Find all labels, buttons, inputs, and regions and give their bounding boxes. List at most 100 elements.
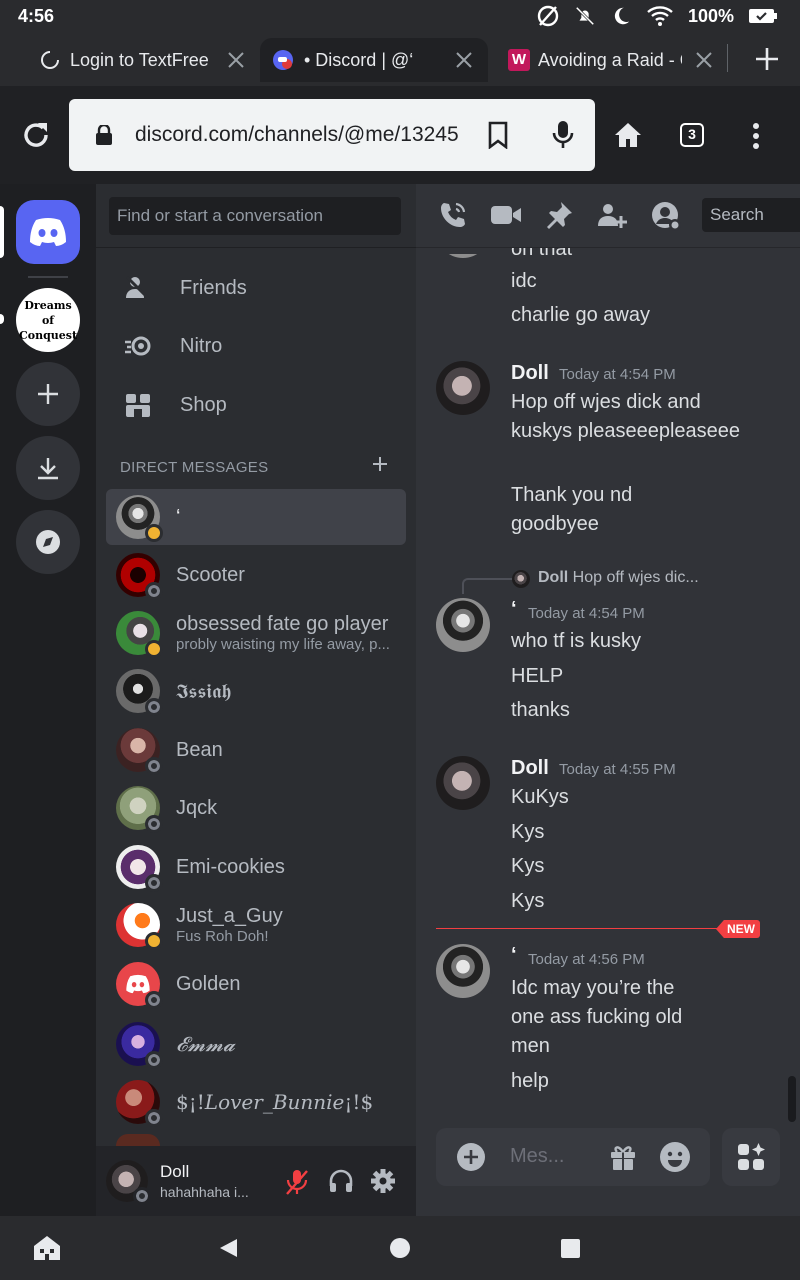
dm-item[interactable]: Jqck (106, 780, 406, 836)
dm-name: 𝕴𝖘𝖘𝖎𝖆𝖍 (176, 679, 232, 703)
menu-kebab-icon[interactable] (752, 123, 760, 149)
recents-icon[interactable] (561, 1239, 580, 1258)
dm-item[interactable]: 𝓔𝓶𝓶𝓪 (106, 1016, 406, 1072)
dm-item[interactable]: Scooter (106, 547, 406, 603)
message-timestamp: Today at 4:54 PM (528, 605, 645, 622)
dm-item[interactable]: $¡!𝐿𝑜𝑣𝑒𝑟_𝐵𝑢𝑛𝑛𝑖𝑒¡!$ (106, 1074, 406, 1130)
user-name: Doll (160, 1162, 190, 1181)
message-avatar[interactable] (436, 944, 490, 998)
nitro-icon (114, 322, 162, 370)
voice-call-icon[interactable] (438, 200, 468, 230)
gift-icon[interactable] (608, 1142, 638, 1172)
nav-shop[interactable]: Shop (106, 380, 406, 430)
dm-name: Golden (176, 972, 241, 995)
message-author[interactable]: ‘ (511, 598, 517, 621)
tab-title: Avoiding a Raid - Co (538, 49, 682, 70)
close-icon[interactable] (452, 48, 476, 72)
compass-icon (34, 528, 62, 556)
chat-search-input[interactable]: Search (702, 198, 800, 232)
user-avatar[interactable] (106, 1160, 151, 1205)
create-dm-icon[interactable] (372, 456, 388, 472)
message-author[interactable]: Doll (511, 757, 549, 780)
nav-nitro[interactable]: Nitro (106, 321, 406, 371)
keyboard-switch-icon[interactable] (32, 1234, 62, 1262)
offline-status-icon (145, 1109, 163, 1127)
reload-icon[interactable] (20, 119, 52, 151)
explore-button[interactable] (16, 510, 80, 574)
video-call-icon[interactable] (490, 203, 522, 227)
dm-item[interactable]: Golden (106, 956, 406, 1012)
nav-friends[interactable]: Friends (106, 263, 406, 313)
reply-spine (462, 578, 512, 594)
moon-icon (610, 5, 632, 27)
user-profile-icon[interactable] (650, 200, 682, 232)
dm-name: Just_a_Guy (176, 905, 283, 927)
message-input[interactable]: Mes... (510, 1145, 564, 1168)
dm-panel: Find or start a conversation Friends Nit… (96, 184, 416, 1216)
bookmark-icon[interactable] (487, 121, 509, 149)
add-server-button[interactable] (16, 362, 80, 426)
back-icon[interactable] (218, 1237, 240, 1259)
url-text[interactable]: discord.com/channels/@me/13245 (135, 123, 475, 147)
new-tab-icon[interactable] (752, 44, 782, 74)
offline-status-icon (145, 582, 163, 600)
wifi-icon (646, 5, 674, 27)
discord-home-button[interactable] (16, 200, 80, 264)
emoji-icon[interactable] (659, 1141, 691, 1173)
server-dreams-of-conquest[interactable]: Dreams of Conquest (16, 288, 80, 352)
apps-button[interactable] (722, 1128, 780, 1186)
url-bar[interactable]: discord.com/channels/@me/13245 (69, 99, 595, 171)
dm-name: ‘ (176, 505, 181, 528)
headphones-icon[interactable] (328, 1168, 354, 1194)
dm-name: obsessed fate go player (176, 613, 389, 635)
dm-item[interactable]: Just_a_Guy Fus Roh Doh! (106, 897, 406, 953)
message-text: Kys (511, 821, 545, 843)
dm-item[interactable]: Emi-cookies (106, 839, 406, 895)
message-timestamp: Today at 4:55 PM (559, 761, 676, 778)
chat-scrollbar[interactable] (788, 1076, 796, 1122)
message-author[interactable]: ‘ (511, 944, 517, 967)
home-nav-icon[interactable] (390, 1238, 410, 1258)
message-timestamp: Today at 4:56 PM (528, 951, 645, 968)
tab-avoiding-raid[interactable]: W Avoiding a Raid - Co (496, 38, 728, 82)
message-avatar[interactable] (436, 361, 490, 415)
avatar (116, 611, 163, 658)
friends-icon (114, 264, 162, 312)
home-icon[interactable] (613, 120, 643, 150)
message-text: Kys (511, 890, 545, 912)
download-icon (35, 455, 61, 481)
avatar (116, 845, 163, 892)
message-author[interactable]: Doll (511, 362, 549, 385)
dm-item[interactable]: Bean (106, 722, 406, 778)
dm-item[interactable]: 𝕴𝖘𝖘𝖎𝖆𝖍 (106, 663, 406, 719)
reply-preview[interactable]: Doll Hop off wjes dic... (538, 569, 788, 587)
tab-textfree[interactable]: Login to TextFree | (28, 38, 260, 82)
message-text: help (511, 1070, 549, 1092)
offline-status-icon (145, 757, 163, 775)
bell-off-icon (574, 5, 596, 27)
dm-search-input[interactable]: Find or start a conversation (109, 197, 401, 235)
mute-microphone-icon[interactable] (284, 1168, 310, 1196)
close-icon[interactable] (224, 48, 248, 72)
message-avatar[interactable] (436, 598, 490, 652)
tab-count-button[interactable]: 3 (680, 123, 704, 147)
settings-gear-icon[interactable] (370, 1168, 396, 1194)
avatar-partial (116, 1134, 160, 1146)
lock-icon[interactable] (95, 125, 113, 145)
dm-item[interactable]: obsessed fate go player probly waisting … (106, 605, 406, 661)
close-icon[interactable] (692, 48, 716, 72)
tab-discord[interactable]: • Discord | @‘ (260, 38, 488, 82)
tab-title: Login to TextFree | (70, 49, 214, 70)
offline-status-icon (145, 815, 163, 833)
message-avatar[interactable] (436, 756, 490, 810)
microphone-icon[interactable] (551, 119, 575, 151)
download-apps-button[interactable] (16, 436, 80, 500)
attach-plus-icon[interactable] (456, 1142, 486, 1172)
discord-favicon-icon (272, 49, 294, 71)
pinned-messages-icon[interactable] (544, 200, 574, 230)
direct-messages-header: DIRECT MESSAGES (120, 459, 269, 476)
dm-custom-status: Fus Roh Doh! (176, 928, 269, 945)
dm-item[interactable]: ‘ (106, 489, 406, 545)
selected-pill (0, 206, 4, 258)
add-friends-to-dm-icon[interactable] (596, 200, 628, 232)
